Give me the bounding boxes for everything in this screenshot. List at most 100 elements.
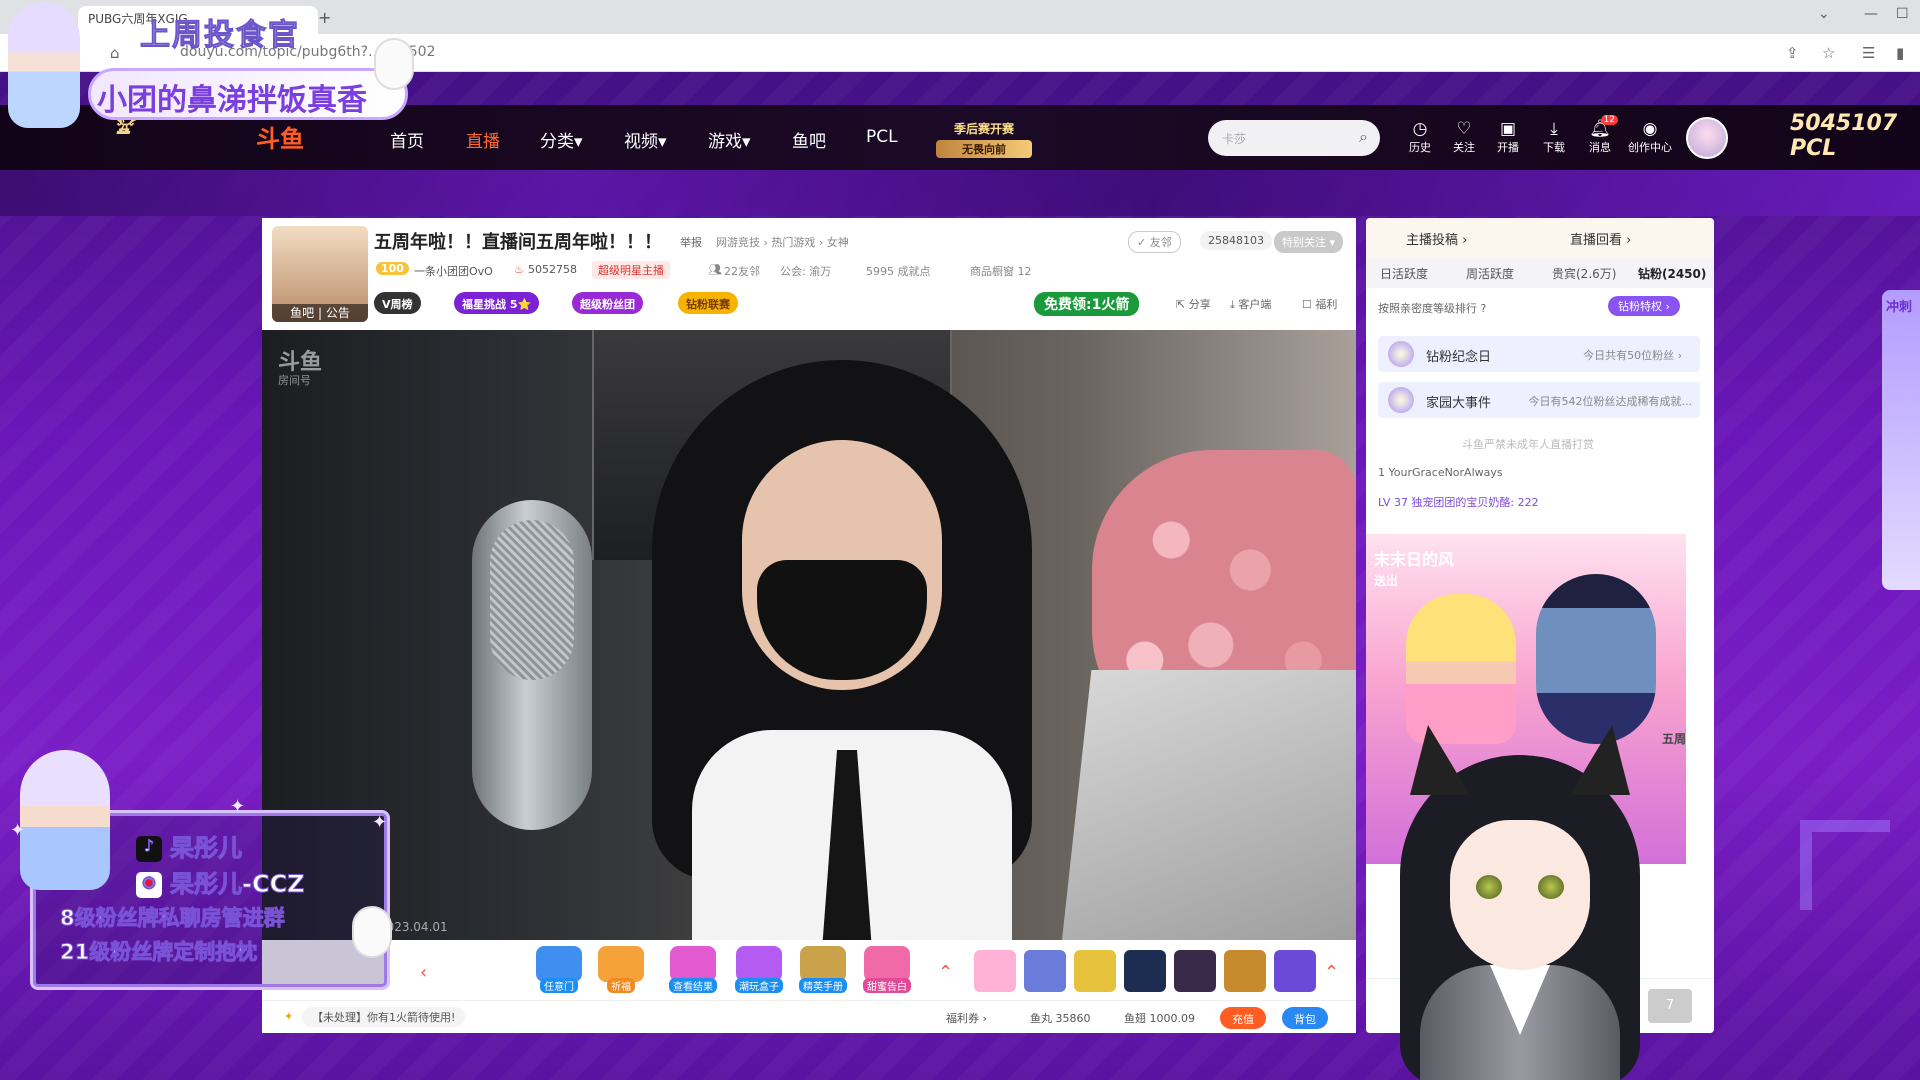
chevron-down-icon[interactable]: ⌄ [1818,6,1830,22]
gift-item-5[interactable] [1174,950,1216,992]
gift-toybox[interactable]: 潮玩盒子 [730,946,788,993]
welfare-coupon[interactable]: 福利券 › [946,1010,987,1026]
replay-link[interactable]: 直播回看 › [1570,229,1631,248]
anchor-post-link[interactable]: 主播投稿 › [1406,229,1467,248]
right-top-bar: 主播投稿 › 直播回看 › [1366,218,1714,258]
room-category[interactable]: 网游竞技 › 热门游戏 › 女神 [716,234,849,250]
star-icon[interactable]: ☆ [1822,44,1835,62]
diamond-anniversary-box[interactable]: 钻粉纪念日 今日共有50位粉丝 › [1378,336,1700,372]
gift-item-3[interactable] [1074,950,1116,992]
side-event-tab[interactable]: 冲刺 [1882,290,1920,590]
vtuber-eye-left [1476,875,1502,899]
gift-scroll-right-icon[interactable]: ⌃ [1324,962,1339,983]
vtuber-eye-right [1538,875,1564,899]
start-live-button[interactable]: ▣ 开播 [1488,119,1528,155]
download-label: 下载 [1543,141,1565,154]
pillow-note: 21级粉丝牌定制抱枕 [59,940,258,965]
achievement-points[interactable]: 5995 成就点 [866,263,931,279]
follow-button[interactable]: ♡ 关注 [1444,119,1484,155]
welfare-button[interactable]: ☐ 福利 [1302,296,1337,312]
nav-live[interactable]: 直播 [466,127,500,152]
tab-diamond-fans[interactable]: 钻粉(2450) [1638,265,1706,282]
list-icon[interactable]: ☰ [1862,44,1875,62]
star-anchor-badge[interactable]: 超级明星主播 [592,261,670,279]
pending-notice[interactable]: 【未处理】你有1火箭待使用! [302,1007,466,1027]
feeder-message: 小团的鼻涕拌饭真香 [88,68,408,120]
neighbor-button[interactable]: ✓ 友邻 [1128,231,1181,253]
gift-item-2[interactable] [1024,950,1066,992]
home-event-title: 家园大事件 [1426,396,1492,411]
room-number-watermark: 房间号 [278,374,311,387]
share-icon[interactable]: ⇪ [1786,44,1799,62]
avatar-label[interactable]: 鱼吧 | 公告 [272,304,368,322]
gift-pray[interactable]: 祈福 [592,946,650,993]
report-link[interactable]: 举报 [680,234,702,250]
message-button[interactable]: 🔔︎ 消息 12 [1580,115,1620,155]
gift-confession-label: 甜蜜告白 [863,978,911,993]
ad-title: 末末日的风 [1374,550,1455,569]
anchor-name[interactable]: 一条小团团OvO [414,263,493,279]
share-label: 分享 [1188,298,1211,311]
search-placeholder: 卡莎 [1222,132,1247,146]
promo-sub: 无畏向前 [936,140,1032,158]
user-avatar[interactable] [1686,117,1728,159]
gift-handbook[interactable]: 精英手册 [794,946,852,993]
client-button[interactable]: ⤓ 客户端 [1230,296,1271,312]
friends-count[interactable]: 22友邻 [724,263,760,279]
nav-category[interactable]: 分类▾ [540,127,583,152]
search-icon[interactable]: ⌕ [1359,127,1368,147]
gift-scroll-up-icon[interactable]: ⌃ [938,962,953,983]
gift-item-7[interactable] [1274,950,1316,992]
level-badge: 100 [376,262,409,275]
gift-confession[interactable]: 甜蜜告白 [858,946,916,993]
gift-item-1[interactable] [974,950,1016,992]
camera-icon: ▣ [1499,119,1517,139]
gift-portal-label: 任意门 [540,978,578,993]
gift-portal[interactable]: 任意门 [530,946,588,993]
gift-toybox-label: 潮玩盒子 [735,978,783,993]
diamond-league-pill[interactable]: 钻粉联赛 [678,292,738,314]
cat-ear-left [1410,725,1470,795]
tab-weekly-activity[interactable]: 周活跃度 [1466,265,1514,282]
minimize-icon[interactable]: — [1864,6,1878,22]
sidebar-icon[interactable]: ▮ [1896,44,1904,62]
nav-video[interactable]: 视频▾ [624,127,667,152]
gift-item-6[interactable] [1224,950,1266,992]
maximize-icon[interactable]: ☐ [1896,6,1909,22]
lucky-challenge-pill[interactable]: 福星挑战 5⭐ [454,292,540,314]
search-input[interactable]: 卡莎 ⌕ [1208,120,1380,156]
tab-daily-activity[interactable]: 日活跃度 [1380,265,1428,282]
ad-subtitle: 送出 [1374,574,1399,588]
nav-game[interactable]: 游戏▾ [708,127,751,152]
rank-row-1[interactable]: 1 YourGraceNorAlways [1378,466,1503,479]
anchor-avatar[interactable]: 鱼吧 | 公告 [272,226,368,322]
super-fan-pill[interactable]: 超级粉丝团 [572,292,643,314]
history-button[interactable]: ◷ 历史 [1400,119,1440,155]
guild-info[interactable]: 公会: 渝万 [780,263,831,279]
download-button[interactable]: ⤓ 下载 [1534,119,1574,155]
special-follow-button[interactable]: 特别关注 ▾ [1274,231,1344,253]
share-button[interactable]: ⇱ 分享 [1176,296,1211,312]
creator-center-button[interactable]: ◉ 创作中心 [1624,119,1676,155]
recharge-button[interactable]: 充值 [1220,1007,1266,1029]
shop-window[interactable]: 商品橱窗 12 [970,263,1032,279]
tab-vip[interactable]: 贵宾(2.6万) [1552,265,1616,282]
download-icon: ⤓ [1550,119,1558,139]
gift-scroll-left-icon[interactable]: ‹ [420,962,427,983]
nav-pcl[interactable]: PCL [866,127,898,147]
home-event-box[interactable]: 家园大事件 今日有542位粉丝达成稀有成就... [1378,382,1700,418]
bag-button[interactable]: 背包 [1282,1007,1328,1029]
room-info: 鱼吧 | 公告 五周年啦！！直播间五周年啦！！！ 举报 网游竞技 › 热门游戏 … [262,218,1356,330]
gift-result[interactable]: 查看结果 [664,946,722,993]
video-player[interactable]: 斗鱼 房间号 22 | 2023.04.01 [262,330,1356,940]
weekly-rank-pill[interactable]: V周榜 [374,292,421,314]
result-icon [670,946,716,982]
free-rocket-button[interactable]: 免费领:1火箭 [1034,292,1140,316]
weibo-icon: ◉ [136,872,162,898]
promo-banner[interactable]: 季后赛开赛 无畏向前 [936,117,1032,158]
diamond-privilege-button[interactable]: 钻粉特权 › [1608,296,1680,316]
gift-item-4[interactable] [1124,950,1166,992]
follow-count: 25848103 [1200,231,1272,250]
nav-fishbar[interactable]: 鱼吧 [792,127,826,152]
gift-pray-label: 祈福 [607,978,635,993]
